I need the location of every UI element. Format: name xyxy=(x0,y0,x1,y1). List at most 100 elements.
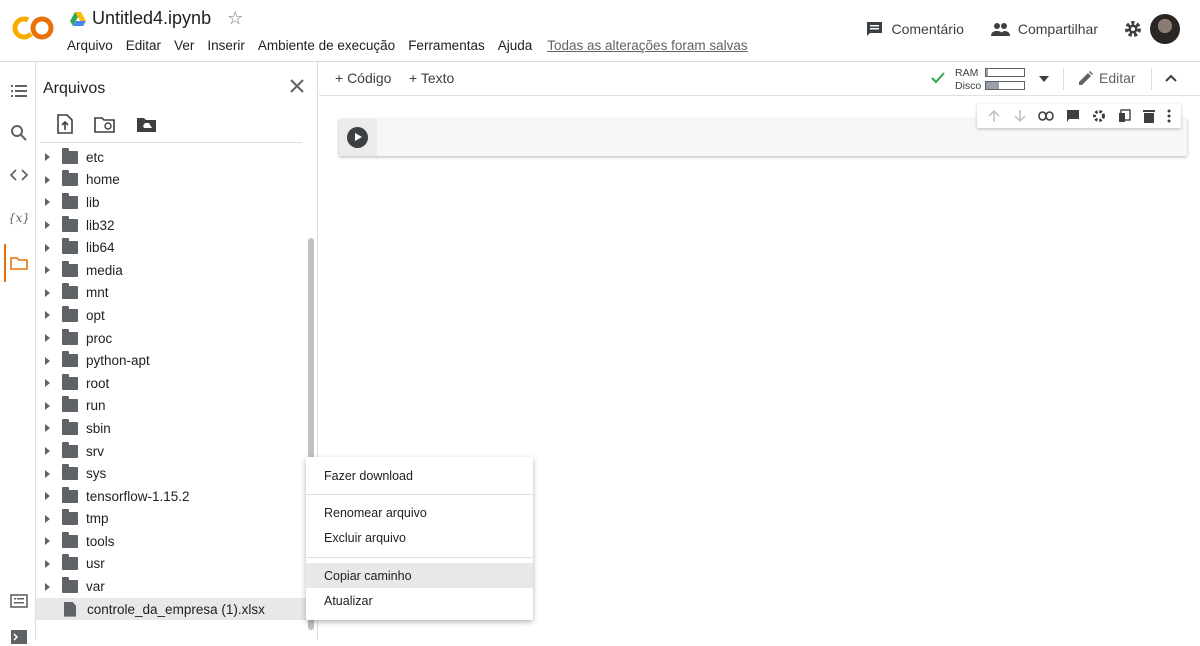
folder-icon xyxy=(62,215,78,232)
ram-bar-fill xyxy=(986,69,988,76)
tree-row-sys[interactable]: sys xyxy=(36,462,308,485)
menu-ferramentas[interactable]: Ferramentas xyxy=(408,38,485,53)
tree-row-tmp[interactable]: tmp xyxy=(36,508,308,531)
caret-right-icon[interactable] xyxy=(45,492,50,501)
tree-row-tools[interactable]: tools xyxy=(36,530,308,553)
tree-row-root[interactable]: root xyxy=(36,372,308,395)
folder-icon xyxy=(62,373,78,390)
refresh-folder-icon[interactable] xyxy=(94,114,116,134)
terminal-icon[interactable] xyxy=(10,628,28,646)
comment-icon[interactable] xyxy=(1066,109,1080,123)
menu-editar[interactable]: Editar xyxy=(126,38,161,53)
variables-icon[interactable]: {x} xyxy=(10,209,28,227)
toc-icon[interactable] xyxy=(10,82,28,100)
tree-row-sbin[interactable]: sbin xyxy=(36,417,308,440)
caret-right-icon[interactable] xyxy=(45,559,50,568)
caret-right-icon[interactable] xyxy=(45,379,50,388)
caret-right-icon[interactable] xyxy=(45,514,50,523)
menu-item-copy-path[interactable]: Copiar caminho xyxy=(306,563,533,588)
menu-arquivo[interactable]: Arquivo xyxy=(67,38,113,53)
caret-right-icon[interactable] xyxy=(45,198,50,207)
menu-inserir[interactable]: Inserir xyxy=(207,38,245,53)
menu-ajuda[interactable]: Ajuda xyxy=(498,38,533,53)
divider xyxy=(1151,68,1152,90)
tree-row-run[interactable]: run xyxy=(36,395,308,418)
notebook-title[interactable]: Untitled4.ipynb xyxy=(92,8,211,29)
star-icon[interactable]: ☆ xyxy=(227,8,243,29)
chevron-up-icon[interactable] xyxy=(1165,74,1177,82)
caret-right-icon[interactable] xyxy=(45,537,50,546)
menu-item-download[interactable]: Fazer download xyxy=(306,463,533,488)
search-icon[interactable] xyxy=(10,124,28,142)
caret-right-icon[interactable] xyxy=(45,334,50,343)
tree-row-media[interactable]: media xyxy=(36,259,308,282)
divider xyxy=(306,494,533,495)
caret-right-icon[interactable] xyxy=(45,221,50,230)
menu-item-refresh[interactable]: Atualizar xyxy=(306,588,533,613)
caret-right-icon[interactable] xyxy=(45,401,50,410)
edit-button[interactable]: Editar xyxy=(1079,70,1136,86)
tree-row-lib[interactable]: lib xyxy=(36,191,308,214)
avatar[interactable] xyxy=(1150,14,1180,44)
tree-label: root xyxy=(86,375,110,391)
files-panel: Arquivos etc home lib lib32 lib64 media … xyxy=(36,62,318,640)
tree-row-lib64[interactable]: lib64 xyxy=(36,236,308,259)
comment-button[interactable]: Comentário xyxy=(866,21,964,38)
gear-icon[interactable] xyxy=(1124,20,1142,38)
mount-drive-icon[interactable] xyxy=(136,114,158,134)
tree-row-var[interactable]: var xyxy=(36,575,308,598)
link-icon[interactable] xyxy=(1038,111,1055,121)
caret-right-icon[interactable] xyxy=(45,469,50,478)
tree-label: srv xyxy=(86,443,104,459)
menu-item-rename[interactable]: Renomear arquivo xyxy=(306,500,533,525)
arrow-down-icon[interactable] xyxy=(1013,109,1027,123)
save-status[interactable]: Todas as alterações foram salvas xyxy=(547,38,747,53)
mirror-cell-icon[interactable] xyxy=(1118,109,1132,123)
caret-right-icon[interactable] xyxy=(45,424,50,433)
menu-item-delete[interactable]: Excluir arquivo xyxy=(306,525,533,550)
ram-disk-indicator[interactable]: RAM Disco xyxy=(955,66,1025,92)
tree-row-mnt[interactable]: mnt xyxy=(36,282,308,305)
caret-right-icon[interactable] xyxy=(45,582,50,591)
tree-row-selected-file[interactable]: controle_da_empresa (1).xlsx xyxy=(36,597,308,621)
chevron-down-icon[interactable] xyxy=(1039,76,1049,82)
colab-logo[interactable] xyxy=(12,14,54,42)
file-tree: etc home lib lib32 lib64 media mnt opt p… xyxy=(36,146,308,621)
folder-icon[interactable] xyxy=(10,254,28,272)
tree-row-home[interactable]: home xyxy=(36,169,308,192)
trash-icon[interactable] xyxy=(1143,109,1156,123)
more-vert-icon[interactable] xyxy=(1167,109,1171,123)
tree-row-srv[interactable]: srv xyxy=(36,440,308,463)
menu-ver[interactable]: Ver xyxy=(174,38,194,53)
tree-row-usr[interactable]: usr xyxy=(36,553,308,576)
caret-right-icon[interactable] xyxy=(45,153,50,162)
caret-right-icon[interactable] xyxy=(45,311,50,320)
gear-icon[interactable] xyxy=(1092,109,1106,123)
caret-right-icon[interactable] xyxy=(45,447,50,456)
tree-row-proc[interactable]: proc xyxy=(36,327,308,350)
caret-right-icon[interactable] xyxy=(45,175,50,184)
command-palette-icon[interactable] xyxy=(10,592,28,610)
close-icon[interactable] xyxy=(287,76,307,96)
tree-row-etc[interactable]: etc xyxy=(36,146,308,169)
caret-right-icon[interactable] xyxy=(45,288,50,297)
tree-label: tmp xyxy=(86,511,109,527)
share-label: Compartilhar xyxy=(1017,21,1098,37)
add-code-button[interactable]: + Código xyxy=(335,70,391,86)
share-button[interactable]: Compartilhar xyxy=(990,21,1098,37)
caret-right-icon[interactable] xyxy=(45,356,50,365)
arrow-up-icon[interactable] xyxy=(987,109,1001,123)
caret-right-icon[interactable] xyxy=(45,266,50,275)
upload-file-icon[interactable] xyxy=(56,114,74,134)
tree-row-lib32[interactable]: lib32 xyxy=(36,214,308,237)
comment-icon xyxy=(867,21,883,36)
tree-row-opt[interactable]: opt xyxy=(36,304,308,327)
add-text-button[interactable]: + Texto xyxy=(409,70,454,86)
tree-row-python-apt[interactable]: python-apt xyxy=(36,349,308,372)
caret-right-icon[interactable] xyxy=(45,243,50,252)
menu-ambiente[interactable]: Ambiente de execução xyxy=(258,38,395,53)
code-snippets-icon[interactable] xyxy=(10,166,28,184)
run-cell-icon[interactable] xyxy=(347,127,368,148)
tree-row-tensorflow[interactable]: tensorflow-1.15.2 xyxy=(36,485,308,508)
tree-label: sbin xyxy=(86,420,111,436)
